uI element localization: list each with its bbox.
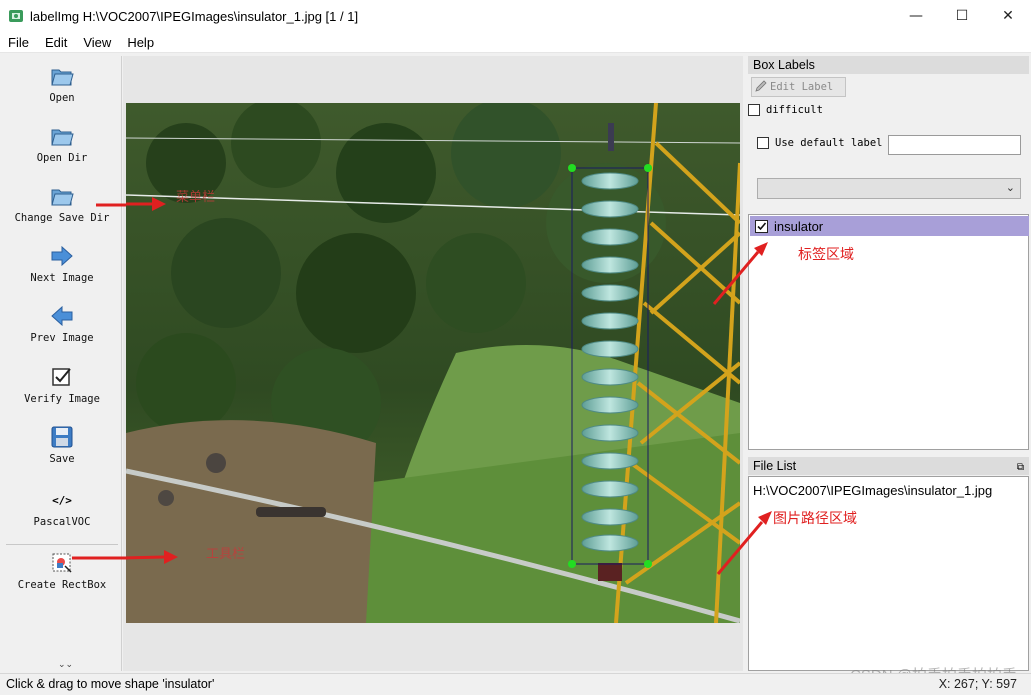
image-canvas[interactable]: 菜单栏 工具栏 [123,56,743,671]
title-bar: labelImg H:\VOC2007\IPEGImages\insulator… [0,0,1031,32]
difficult-checkbox-box[interactable] [748,104,760,116]
label-combo-box[interactable]: ⌄ [757,178,1021,199]
open-label: Open [49,92,75,104]
edit-label-text: Edit Label [770,81,834,93]
menu-bar-note: 菜单栏 [176,190,215,205]
cursor-coordinates: X: 267; Y: 597 [938,677,1017,691]
float-window-icon[interactable]: ⧉ [1017,459,1024,477]
menu-help[interactable]: Help [119,32,162,53]
maximize-button[interactable]: ☐ [939,0,985,32]
prev-image-button[interactable]: Prev Image [2,304,122,344]
prev-image-label: Prev Image [30,332,94,344]
status-bar: Click & drag to move shape 'insulator' X… [0,673,1031,695]
label-name: insulator [774,218,824,234]
next-image-label: Next Image [30,272,94,284]
label-checkbox[interactable] [755,219,768,233]
code-tag-icon: </> [50,488,74,512]
verify-image-label: Verify Image [24,393,100,405]
insulator-photo[interactable]: 菜单栏 工具栏 [126,103,740,623]
path-area-annotation: 图片路径区域 [773,511,857,527]
next-image-button[interactable]: Next Image [2,244,122,284]
save-label: Save [49,453,75,465]
status-message: Click & drag to move shape 'insulator' [6,677,215,691]
menu-edit[interactable]: Edit [37,32,75,53]
box-labels-title: Box Labels [748,56,1029,74]
annotation-arrow-icon [72,556,128,560]
open-dir-button[interactable]: Open Dir [2,124,122,164]
difficult-label: difficult [766,104,823,116]
toolbar-note: 工具栏 [206,547,245,562]
use-default-label-checkbox[interactable]: Use default label [757,137,882,149]
chevron-down-icon: ⌄ [1005,181,1015,194]
toolbar-divider [6,544,118,545]
format-label: PascalVOC [33,516,91,528]
folder-open-icon [50,184,74,208]
label-list-item[interactable]: insulator [750,216,1029,236]
difficult-checkbox[interactable]: difficult [748,104,823,116]
file-list-title-text: File List [753,459,797,473]
toolbar-more-chevron-icon[interactable]: ⌄⌄ [58,660,73,670]
open-dir-label: Open Dir [36,152,88,164]
edit-label-button[interactable]: Edit Label [751,77,846,97]
folder-open-icon [50,64,74,88]
label-list[interactable]: insulator [748,214,1029,450]
file-list[interactable]: H:\VOC2007\IPEGImages\insulator_1.jpg [748,476,1029,671]
use-default-checkbox-box[interactable] [757,137,769,149]
default-label-input[interactable] [888,135,1021,155]
rectbox-icon [50,551,74,575]
floppy-disk-icon [50,425,74,449]
left-toolbar: Open Open Dir Change Save Dir Next Image… [2,56,122,671]
close-button[interactable]: ✕ [985,0,1031,32]
menu-bar: File Edit View Help [0,32,1031,53]
label-area-annotation: 标签区域 [798,247,854,263]
annotation-arrow-icon [96,203,126,207]
verify-image-button[interactable]: Verify Image [2,365,122,405]
arrow-right-icon [50,244,74,268]
window-title: labelImg H:\VOC2007\IPEGImages\insulator… [30,8,359,24]
menu-view[interactable]: View [75,32,119,53]
file-list-title: File List ⧉ [748,457,1029,475]
code-tag-glyph: </> [52,493,72,507]
pencil-icon [755,79,767,95]
annotation-arrow-icon [712,242,768,305]
folder-open-icon [50,124,74,148]
create-rectbox-label: Create RectBox [17,579,107,591]
checkbox-check-icon [50,365,74,389]
open-button[interactable]: Open [2,64,122,104]
format-pascalvoc-button[interactable]: </> PascalVOC [2,488,122,529]
arrow-left-icon [50,304,74,328]
use-default-label-text: Use default label [775,137,883,149]
annotation-arrow-icon [716,511,772,575]
file-list-item[interactable]: H:\VOC2007\IPEGImages\insulator_1.jpg [753,483,992,498]
save-button[interactable]: Save [2,425,122,465]
labelimg-app-icon [8,8,24,24]
menu-file[interactable]: File [0,32,37,53]
minimize-button[interactable]: — [893,0,939,32]
